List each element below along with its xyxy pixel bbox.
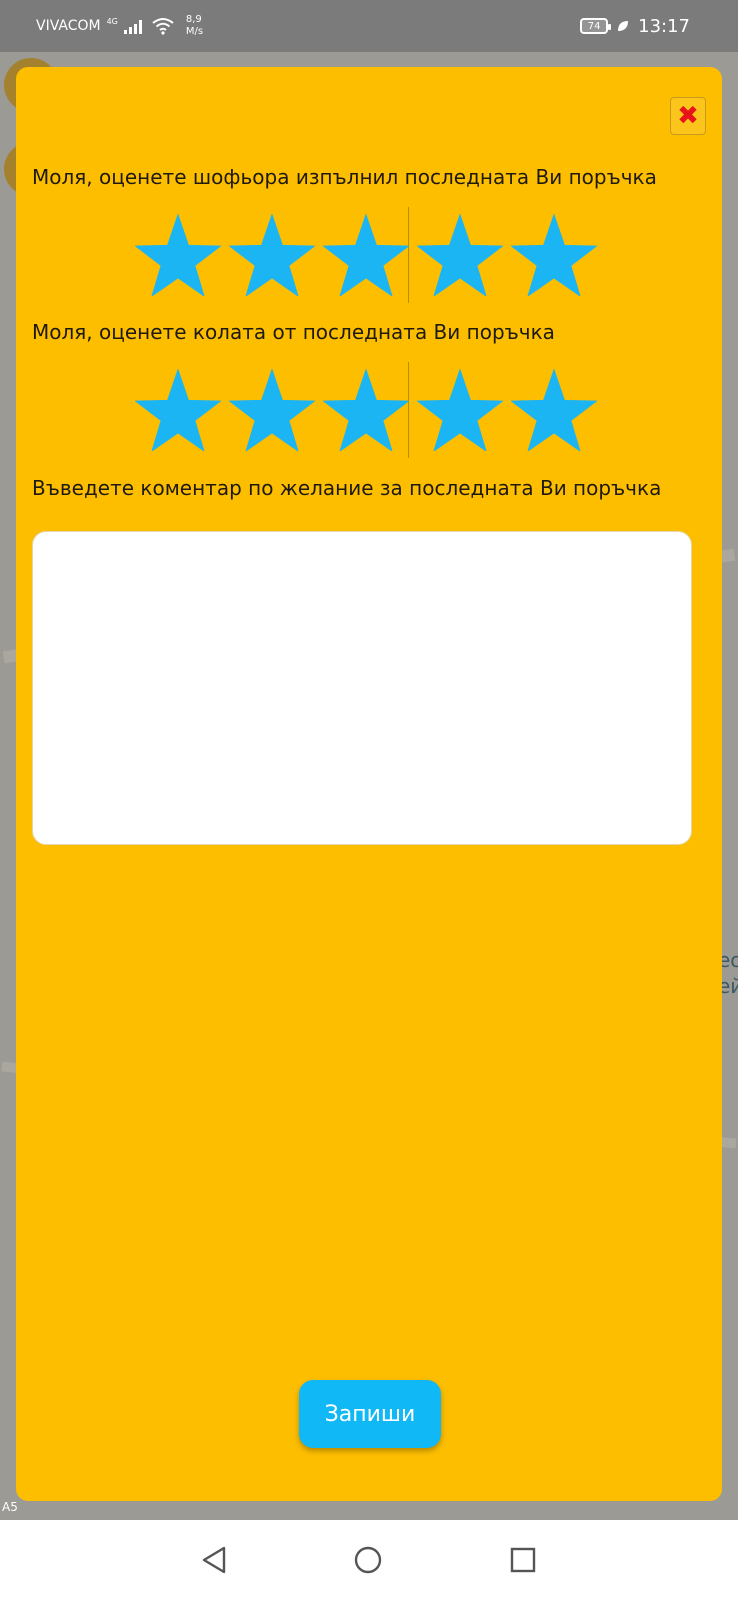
star-icon xyxy=(229,369,315,451)
home-circle-icon xyxy=(354,1546,382,1574)
road-label: A5 xyxy=(2,1500,18,1514)
status-left: VIVACOM 4G 8,9 M/s xyxy=(36,14,203,38)
network-speed: 8,9 M/s xyxy=(186,14,203,38)
battery-level: 74 xyxy=(587,20,601,32)
carrier-name: VIVACOM xyxy=(36,18,101,34)
speed-value: 8,9 xyxy=(185,14,202,25)
star-icon xyxy=(323,214,409,296)
star-1[interactable] xyxy=(131,208,225,302)
close-button[interactable]: ✖ xyxy=(670,97,706,135)
recents-square-icon xyxy=(510,1547,536,1573)
star-icon xyxy=(135,369,221,451)
star-5[interactable] xyxy=(507,208,601,302)
star-2[interactable] xyxy=(225,208,319,302)
star-icon xyxy=(511,214,597,296)
home-button[interactable] xyxy=(350,1542,386,1578)
clock: 13:17 xyxy=(638,15,690,37)
star-4[interactable] xyxy=(413,208,507,302)
star-3[interactable] xyxy=(319,363,413,457)
star-5[interactable] xyxy=(507,363,601,457)
driver-rating-prompt: Моля, оценете шофьора изпълнил последнат… xyxy=(32,165,657,189)
star-1[interactable] xyxy=(131,363,225,457)
wifi-icon xyxy=(152,18,174,35)
star-icon xyxy=(135,214,221,296)
status-bar: VIVACOM 4G 8,9 M/s 74 13:17 xyxy=(0,0,738,52)
star-3[interactable] xyxy=(319,208,413,302)
star-icon xyxy=(229,214,315,296)
star-icon xyxy=(323,369,409,451)
comment-input[interactable] xyxy=(32,531,692,845)
save-button[interactable]: Запиши xyxy=(299,1380,441,1448)
star-icon xyxy=(511,369,597,451)
star-icon xyxy=(417,214,503,296)
car-star-rating[interactable] xyxy=(131,362,611,458)
close-x-icon: ✖ xyxy=(677,101,699,131)
navigation-bar xyxy=(0,1520,738,1599)
battery-icon: 74 xyxy=(580,18,612,34)
back-button[interactable] xyxy=(196,1542,232,1578)
comment-prompt: Въведете коментар по желание за последна… xyxy=(32,476,662,500)
status-right: 74 13:17 xyxy=(580,16,690,37)
star-icon xyxy=(417,369,503,451)
driver-star-rating[interactable] xyxy=(131,207,611,303)
car-rating-prompt: Моля, оценете колата от последната Ви по… xyxy=(32,320,555,344)
network-type: 4G xyxy=(106,17,118,26)
star-2[interactable] xyxy=(225,363,319,457)
star-4[interactable] xyxy=(413,363,507,457)
back-triangle-icon xyxy=(202,1546,226,1574)
recents-button[interactable] xyxy=(505,1542,541,1578)
signal-icon xyxy=(123,20,142,34)
leaf-icon xyxy=(618,21,629,31)
rating-dialog: ✖ Моля, оценете шофьора изпълнил последн… xyxy=(16,67,722,1501)
speed-unit: M/s xyxy=(185,26,204,37)
